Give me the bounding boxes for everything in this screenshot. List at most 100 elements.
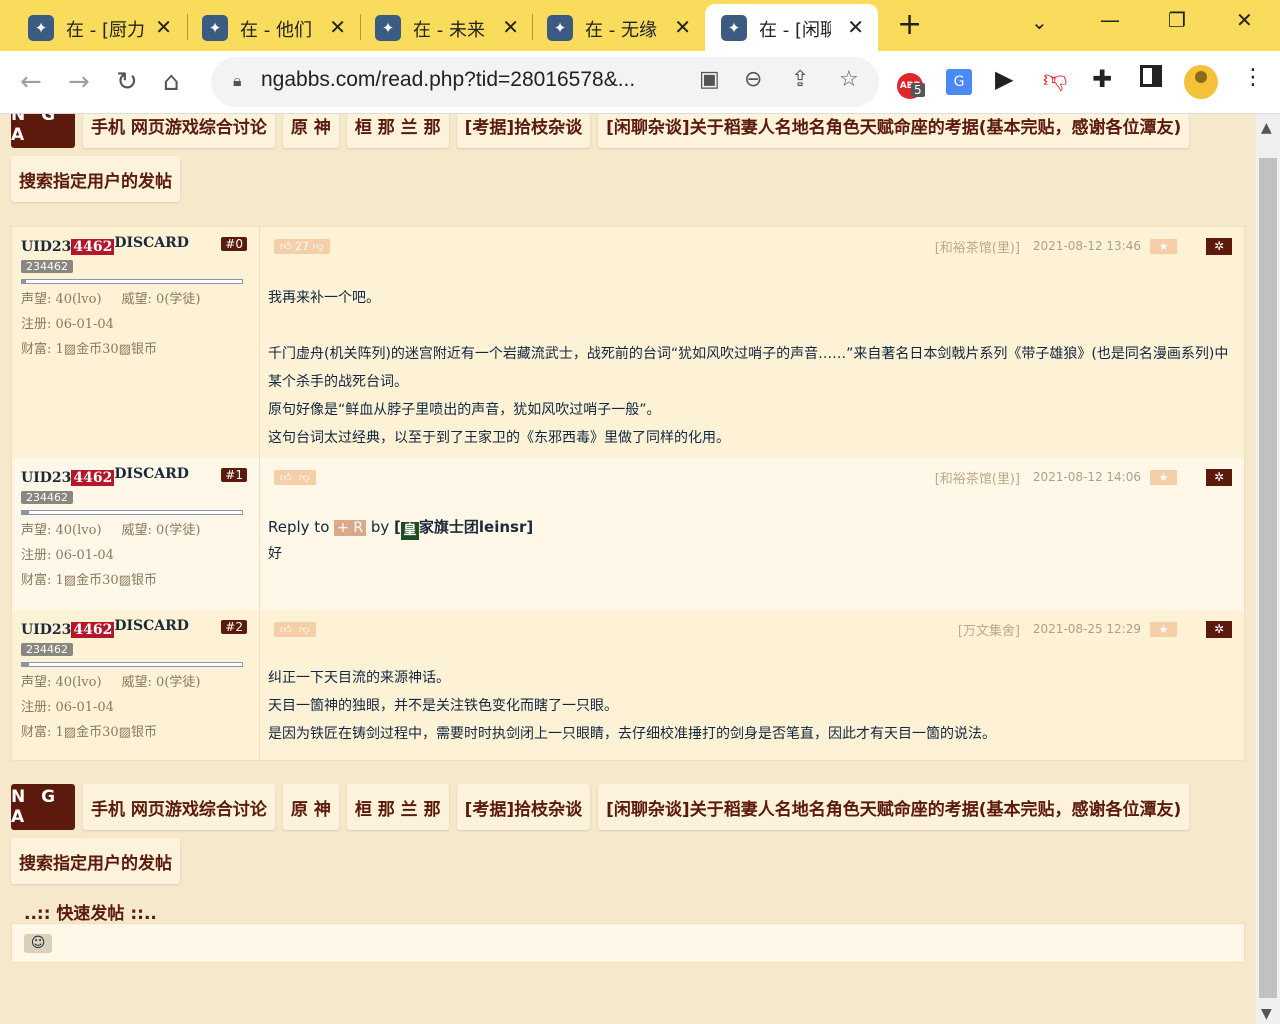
- register-date: 注册: 06-01-04: [21, 700, 114, 715]
- level-bar: [21, 279, 243, 284]
- nga-logo[interactable]: N G A: [11, 784, 75, 830]
- breadcrumb-item[interactable]: 原 神: [282, 784, 339, 830]
- post-row: UID23 4462 DISCARD #2 234462 声望: 40(lvo) 威望…: [12, 610, 1244, 760]
- nga-logo[interactable]: N G A: [11, 114, 75, 148]
- zoom-icon[interactable]: ⊖: [744, 67, 762, 92]
- blocked-popup-icon[interactable]: ▣: [699, 67, 720, 92]
- post-location[interactable]: [和裕茶馆(里)]: [935, 468, 1020, 487]
- scroll-up-arrow-icon[interactable]: ▲: [1261, 120, 1272, 136]
- browser-tab-3[interactable]: ✦ 在 - 未来 ✕: [347, 4, 533, 51]
- breadcrumb-item[interactable]: [考据]拾枝杂谈: [456, 784, 591, 830]
- like-button[interactable]: 👍︎ 👎︎: [274, 470, 316, 485]
- gold-coin-icon: ▨: [63, 573, 77, 588]
- tab-title: 在 - 未来: [413, 20, 485, 41]
- level-bar: [21, 510, 243, 515]
- favorite-star-icon[interactable]: ★: [1150, 622, 1177, 637]
- close-tab-icon[interactable]: ✕: [502, 15, 519, 39]
- browser-tab-1[interactable]: ✦ 在 - [厨力 ✕: [0, 4, 186, 51]
- post-location[interactable]: [和裕茶馆(里)]: [935, 237, 1020, 256]
- username[interactable]: UID23 4462 DISCARD: [21, 466, 251, 486]
- floor-number[interactable]: #0: [221, 237, 247, 251]
- url-text[interactable]: ngabbs.com/read.php?tid=28016578&...: [261, 68, 635, 92]
- menu-kebab-icon[interactable]: ⋮: [1242, 65, 1264, 90]
- username[interactable]: UID23 4462 DISCARD: [21, 618, 251, 638]
- breadcrumb-item[interactable]: 手机 网页游戏综合讨论: [83, 114, 275, 148]
- search-user-posts-button[interactable]: 搜索指定用户的发帖: [11, 838, 180, 884]
- side-panel-icon[interactable]: [1140, 65, 1162, 93]
- breadcrumb-item[interactable]: 桓 那 兰 那: [346, 114, 449, 148]
- post-settings-gear-icon[interactable]: ✲: [1206, 621, 1232, 638]
- reply-tag[interactable]: + R: [334, 520, 367, 536]
- breadcrumb-item[interactable]: [闲聊杂谈]关于稻妻人名地名角色天赋命座的考据(基本完贴，感谢各位潭友): [598, 114, 1190, 148]
- extensions-puzzle-icon[interactable]: ✚: [1092, 65, 1112, 93]
- home-icon[interactable]: ⌂: [163, 65, 180, 99]
- like-button[interactable]: 👍︎ 27 👎︎: [274, 239, 330, 254]
- back-arrow-icon[interactable]: ←: [20, 65, 42, 99]
- extension-badge: 5: [911, 83, 925, 97]
- share-icon[interactable]: ⇪: [791, 67, 809, 92]
- dislike-extension-icon[interactable]: 👎︎: [1043, 65, 1067, 94]
- restore-window-icon[interactable]: ❐: [1168, 8, 1186, 32]
- breadcrumb-top: N G A 手机 网页游戏综合讨论 原 神 桓 那 兰 那 [考据]拾枝杂谈 […: [11, 114, 1251, 202]
- emoji-button[interactable]: ☺: [24, 934, 52, 953]
- browser-tab-2[interactable]: ✦ 在 - 他们 ✕: [174, 4, 360, 51]
- browser-tab-active[interactable]: ✦ 在 - [闲聊 ✕: [705, 4, 878, 51]
- close-tab-icon[interactable]: ✕: [674, 15, 691, 39]
- adblock-extension-icon[interactable]: ABP 5: [897, 69, 925, 99]
- play-extension-icon[interactable]: ▶: [995, 65, 1013, 93]
- level-bar: [21, 662, 243, 667]
- quick-post-box[interactable]: ☺: [11, 923, 1245, 963]
- silver-coin-icon: ▨: [118, 725, 131, 740]
- post-list: UID23 4462 DISCARD #0 234462 声望: 40(lvo) 威望…: [11, 226, 1245, 761]
- breadcrumb-item[interactable]: 手机 网页游戏综合讨论: [83, 784, 275, 830]
- reply-user-link[interactable]: [皇家旗士团leinsr]: [394, 518, 533, 540]
- reply-line: Reply to + R by [皇家旗士团leinsr]: [268, 518, 534, 540]
- tab-search-chevron-icon[interactable]: ⌄: [1031, 10, 1048, 34]
- close-window-icon[interactable]: ✕: [1236, 8, 1253, 32]
- address-bar[interactable]: 🔒︎ ngabbs.com/read.php?tid=28016578&... …: [211, 57, 879, 107]
- authority: 威望: 0(学徒): [121, 523, 201, 538]
- floor-number[interactable]: #1: [221, 468, 247, 482]
- close-tab-icon[interactable]: ✕: [329, 15, 346, 39]
- new-tab-plus-icon[interactable]: +: [897, 9, 922, 41]
- translate-extension-icon[interactable]: G: [946, 67, 972, 95]
- wealth: 财富: 1▨金币30▨银币: [21, 725, 157, 740]
- user-info: UID23 4462 DISCARD #2 234462 声望: 40(lvo) 威望…: [12, 610, 260, 760]
- close-tab-icon[interactable]: ✕: [847, 15, 864, 39]
- uid-badge: 234462: [21, 643, 73, 656]
- browser-tab-4[interactable]: ✦ 在 - 无缘 ✕: [519, 4, 705, 51]
- nga-favicon-icon: ✦: [547, 15, 573, 41]
- nga-favicon-icon: ✦: [721, 15, 747, 41]
- like-button[interactable]: 👍︎ 👎︎: [274, 622, 316, 637]
- minimize-icon[interactable]: —: [1100, 8, 1120, 32]
- post-settings-gear-icon[interactable]: ✲: [1206, 469, 1232, 486]
- close-tab-icon[interactable]: ✕: [155, 15, 172, 39]
- favorite-star-icon[interactable]: ★: [1150, 239, 1177, 254]
- wealth: 财富: 1▨金币30▨银币: [21, 342, 157, 357]
- post-time: 2021-08-12 13:46: [1032, 239, 1141, 253]
- breadcrumb-item[interactable]: [考据]拾枝杂谈: [456, 114, 591, 148]
- search-user-posts-button[interactable]: 搜索指定用户的发帖: [11, 156, 180, 202]
- username[interactable]: UID23 4462 DISCARD: [21, 235, 251, 255]
- bookmark-star-icon[interactable]: ☆: [839, 67, 859, 92]
- breadcrumb-item[interactable]: 原 神: [282, 114, 339, 148]
- tab-title: 在 - [厨力: [66, 20, 145, 41]
- post-content: 好: [268, 546, 282, 562]
- favorite-star-icon[interactable]: ★: [1150, 470, 1177, 485]
- page-scrollbar[interactable]: ▲ ▼: [1256, 114, 1280, 1024]
- reload-icon[interactable]: ↻: [116, 65, 138, 99]
- post-body: 👍︎ 27 👎︎ [和裕茶馆(里)] 2021-08-12 13:46 ★ ✲ …: [260, 227, 1244, 458]
- scroll-down-arrow-icon[interactable]: ▼: [1261, 1006, 1272, 1022]
- profile-avatar[interactable]: [1184, 65, 1218, 99]
- scrollbar-thumb[interactable]: [1259, 158, 1277, 998]
- post-content: 我再来补一个吧。 千门虚舟(机关阵列)的迷宫附近有一个岩藏流武士，战死前的台词“…: [268, 290, 1229, 446]
- breadcrumb-bottom: N G A 手机 网页游戏综合讨论 原 神 桓 那 兰 那 [考据]拾枝杂谈 […: [11, 784, 1251, 884]
- post-location[interactable]: [万文集舍]: [958, 620, 1020, 639]
- forward-arrow-icon[interactable]: →: [68, 65, 90, 99]
- breadcrumb-item[interactable]: [闲聊杂谈]关于稻妻人名地名角色天赋命座的考据(基本完贴，感谢各位潭友): [598, 784, 1190, 830]
- post-settings-gear-icon[interactable]: ✲: [1206, 238, 1232, 255]
- floor-number[interactable]: #2: [221, 620, 247, 634]
- breadcrumb-item[interactable]: 桓 那 兰 那: [346, 784, 449, 830]
- lock-icon[interactable]: 🔒︎: [233, 71, 242, 91]
- register-date: 注册: 06-01-04: [21, 548, 114, 563]
